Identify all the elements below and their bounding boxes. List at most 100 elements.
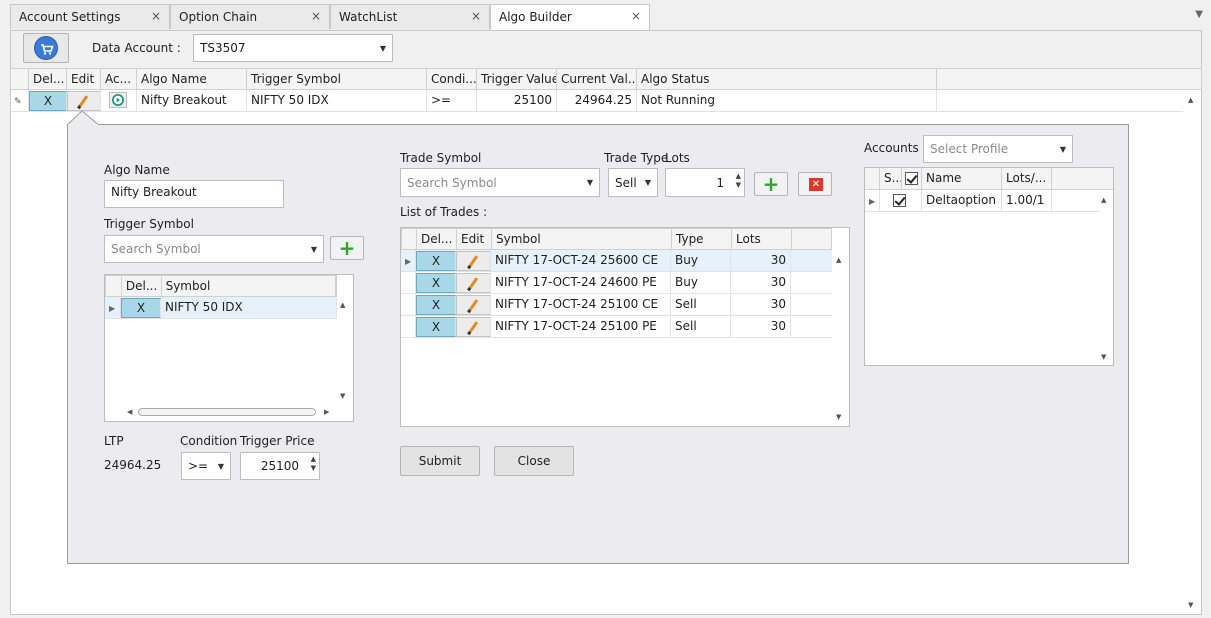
select-all-checkbox[interactable] xyxy=(902,168,922,189)
submit-button[interactable]: Submit xyxy=(400,446,480,476)
delete-button[interactable]: X xyxy=(416,273,456,293)
tab-option-chain[interactable]: Option Chain × xyxy=(170,4,330,29)
stepper-arrows-icon[interactable]: ▲ ▼ xyxy=(736,172,741,190)
table-row[interactable]: X NIFTY 17-OCT-24 24600 PE Buy 30 xyxy=(401,272,832,294)
scroll-up-arrow[interactable]: ▲ xyxy=(836,256,841,264)
condition-cell: >= xyxy=(427,90,477,111)
close-icon[interactable]: × xyxy=(471,9,481,23)
column-header[interactable]: Edit xyxy=(457,229,492,249)
column-header[interactable]: Type xyxy=(672,229,732,249)
row-header-spacer xyxy=(106,276,122,296)
lots-stepper[interactable]: 1 ▲ ▼ xyxy=(665,168,745,197)
tab-account-settings[interactable]: Account Settings × xyxy=(10,4,170,29)
action-button[interactable] xyxy=(101,90,137,111)
scroll-up-arrow[interactable]: ▲ xyxy=(1101,196,1106,204)
chevron-down-icon: ▼ xyxy=(1059,144,1066,154)
close-icon[interactable]: × xyxy=(151,9,161,23)
stepper-arrows-icon[interactable]: ▲ ▼ xyxy=(311,455,316,473)
delete-button[interactable]: X xyxy=(416,295,456,315)
close-icon[interactable]: × xyxy=(311,9,321,23)
tab-list-chevron-down-icon[interactable]: ▼ xyxy=(1195,9,1203,20)
lots-cell: 30 xyxy=(731,316,791,337)
delete-trade-button[interactable]: ✕ xyxy=(798,172,832,196)
table-row[interactable]: ▶ Deltaoption 1.00/1 xyxy=(865,190,1101,212)
column-header[interactable]: Ac... xyxy=(101,69,137,89)
edit-button[interactable] xyxy=(456,295,491,315)
column-header[interactable]: Name xyxy=(922,168,1002,189)
table-row[interactable]: ▶ X NIFTY 50 IDX xyxy=(105,297,337,319)
trade-type-value: Sell xyxy=(615,175,637,190)
column-header[interactable]: Algo Name xyxy=(137,69,247,89)
trigger-price-value: 25100 xyxy=(260,459,299,473)
edit-button[interactable] xyxy=(67,91,101,111)
edit-button[interactable] xyxy=(456,273,491,293)
cart-icon xyxy=(34,36,58,60)
algo-name-input[interactable]: Nifty Breakout xyxy=(104,180,284,208)
trigger-symbol-search[interactable]: Search Symbol ▼ xyxy=(104,235,324,263)
scroll-down-arrow[interactable]: ▼ xyxy=(836,413,841,421)
scroll-down-arrow[interactable]: ▼ xyxy=(340,392,345,400)
tab-algo-builder[interactable]: Algo Builder × xyxy=(490,4,650,30)
scroll-left-arrow[interactable]: ◀ xyxy=(127,408,132,416)
accounts-profile-select[interactable]: Select Profile ▼ xyxy=(923,135,1073,163)
trade-type-select[interactable]: Sell ▼ xyxy=(608,168,658,197)
cart-button[interactable] xyxy=(23,33,69,63)
scroll-up-arrow[interactable]: ▲ xyxy=(340,301,345,309)
ltp-label: LTP xyxy=(104,434,124,448)
column-header[interactable]: Trigger Symbol xyxy=(247,69,427,89)
delete-button[interactable]: X xyxy=(121,298,161,318)
scroll-up-arrow[interactable]: ▲ xyxy=(1188,96,1193,104)
trade-symbol-search[interactable]: Search Symbol ▼ xyxy=(400,168,600,197)
row-header-spacer xyxy=(11,69,29,89)
delete-button[interactable]: X xyxy=(416,251,456,271)
edit-button[interactable] xyxy=(456,251,491,271)
edit-button[interactable] xyxy=(456,317,491,337)
add-trigger-symbol-button[interactable]: + xyxy=(330,236,364,260)
column-header[interactable]: Symbol xyxy=(162,276,336,296)
close-button[interactable]: Close xyxy=(494,446,574,476)
scroll-down-arrow[interactable]: ▼ xyxy=(1101,353,1106,361)
tab-watchlist[interactable]: WatchList × xyxy=(330,4,490,29)
symbol-cell: NIFTY 17-OCT-24 25100 CE xyxy=(491,294,671,315)
scroll-down-arrow[interactable]: ▼ xyxy=(1188,601,1193,609)
column-header[interactable]: Del... xyxy=(122,276,162,296)
data-account-select[interactable]: TS3507 ▼ xyxy=(193,34,393,62)
column-header[interactable]: Current Val... xyxy=(557,69,637,89)
condition-select[interactable]: >= ▼ xyxy=(181,452,231,480)
column-header[interactable]: S... xyxy=(880,168,902,189)
column-header[interactable]: Algo Status xyxy=(637,69,937,89)
delete-button[interactable]: X xyxy=(29,91,67,111)
add-trade-button[interactable]: + xyxy=(754,172,788,196)
column-header[interactable]: Condi... xyxy=(427,69,477,89)
plus-icon: + xyxy=(338,236,356,260)
pencil-icon xyxy=(468,255,478,267)
column-header[interactable]: Del... xyxy=(417,229,457,249)
scroll-right-arrow[interactable]: ▶ xyxy=(324,408,329,416)
column-header[interactable]: Trigger Value xyxy=(477,69,557,89)
tab-label: Account Settings xyxy=(19,10,121,24)
trade-symbol-placeholder: Search Symbol xyxy=(407,175,497,190)
column-header[interactable]: Edit xyxy=(67,69,101,89)
delete-button[interactable]: X xyxy=(416,317,456,337)
tab-label: WatchList xyxy=(339,10,398,24)
chevron-down-icon: ▼ xyxy=(310,244,317,254)
table-row[interactable]: X NIFTY 17-OCT-24 25100 CE Sell 30 xyxy=(401,294,832,316)
horizontal-scrollbar[interactable] xyxy=(138,408,316,416)
ltp-value: 24964.25 xyxy=(104,458,162,472)
pencil-icon xyxy=(78,95,89,107)
column-header[interactable]: Lots/... xyxy=(1002,168,1052,189)
row-checkbox[interactable] xyxy=(880,190,922,211)
row-header-spacer xyxy=(402,229,417,249)
close-icon[interactable]: × xyxy=(631,9,641,23)
column-header[interactable]: Del... xyxy=(29,69,67,89)
trades-grid-header: Del... Edit Symbol Type Lots xyxy=(401,228,832,250)
accounts-label: Accounts : xyxy=(864,141,927,155)
condition-label: Condition xyxy=(180,434,238,448)
trigger-price-stepper[interactable]: 25100 ▲ ▼ xyxy=(240,452,320,480)
delete-x-icon: ✕ xyxy=(809,178,823,191)
column-header[interactable]: Symbol xyxy=(492,229,672,249)
table-row[interactable]: X NIFTY 17-OCT-24 25100 PE Sell 30 xyxy=(401,316,832,338)
table-row[interactable]: ✎ X Nifty Breakout NIFTY 50 IDX >= 25100… xyxy=(11,90,1183,112)
column-header[interactable]: Lots xyxy=(732,229,792,249)
table-row[interactable]: ▶ X NIFTY 17-OCT-24 25600 CE Buy 30 xyxy=(401,250,832,272)
